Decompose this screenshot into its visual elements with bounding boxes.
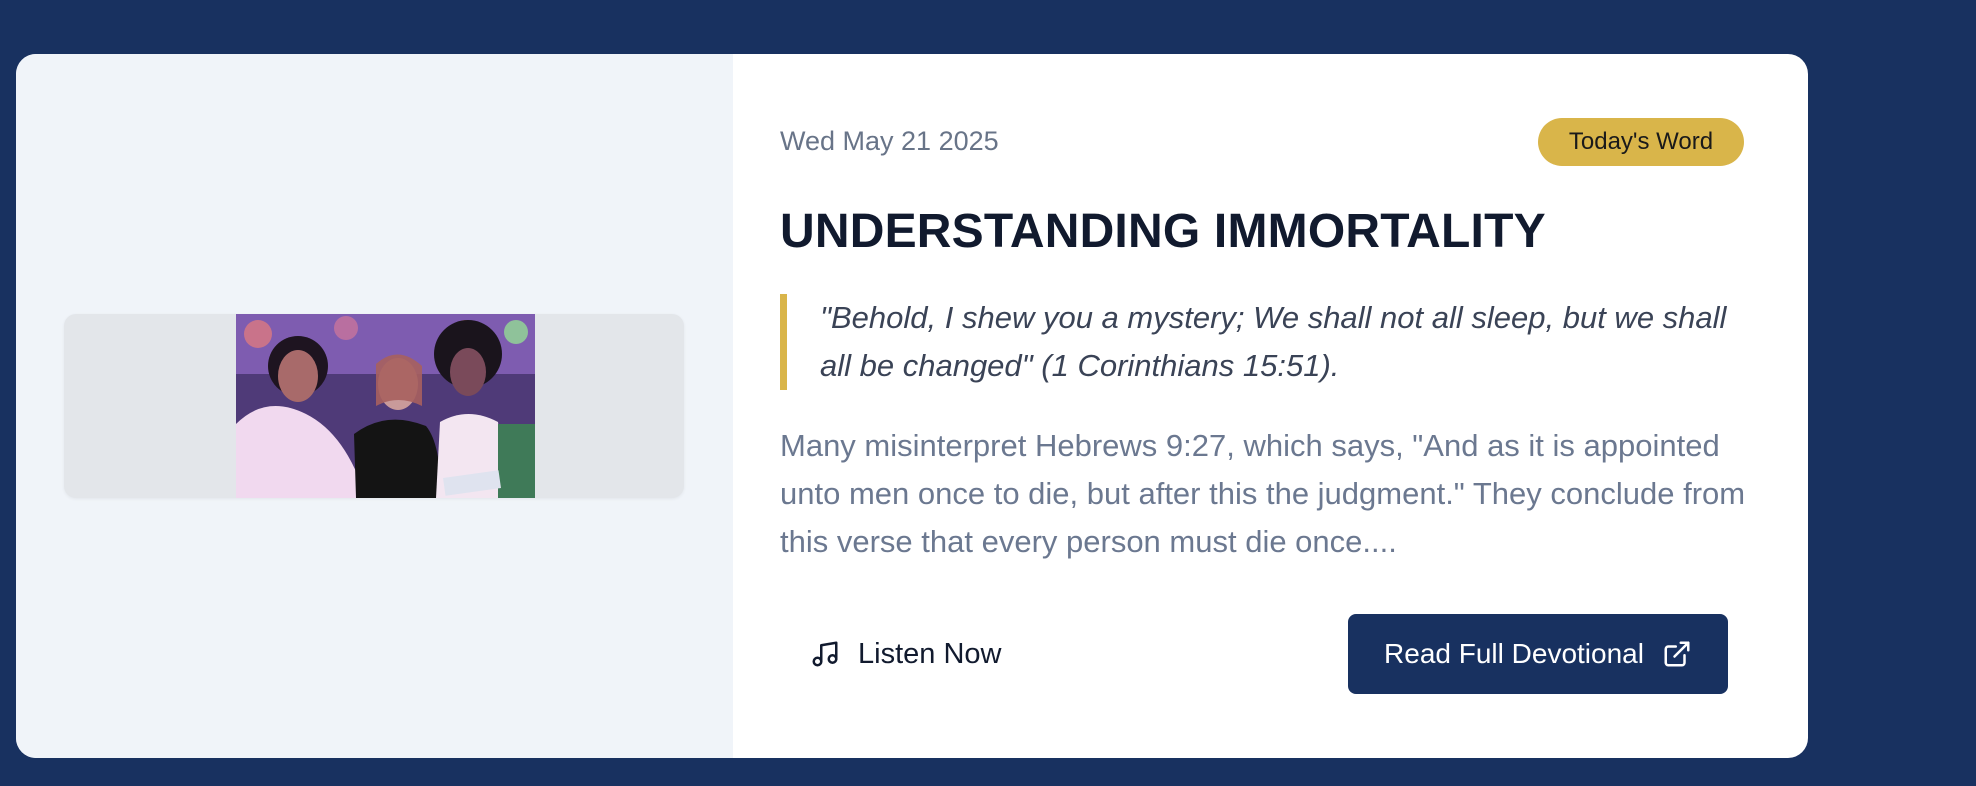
- devotional-excerpt: Many misinterpret Hebrews 9:27, which sa…: [780, 428, 1746, 559]
- read-full-devotional-button[interactable]: Read Full Devotional: [1348, 614, 1728, 694]
- read-full-devotional-label: Read Full Devotional: [1384, 638, 1644, 669]
- devotional-date: Wed May 21 2025: [780, 126, 999, 156]
- music-note-icon: [810, 639, 840, 669]
- scripture-quote: "Behold, I shew you a mystery; We shall …: [780, 294, 1760, 390]
- devotional-title: UNDERSTANDING IMMORTALITY: [780, 205, 1546, 258]
- external-link-icon: [1662, 639, 1692, 669]
- todays-word-badge: Today's Word: [1538, 118, 1744, 166]
- media-pane: [16, 54, 733, 758]
- listen-now-label: Listen Now: [858, 637, 1002, 670]
- listen-now-button[interactable]: Listen Now: [810, 624, 1001, 684]
- devotional-photo: [236, 314, 535, 498]
- image-frame: [64, 314, 684, 498]
